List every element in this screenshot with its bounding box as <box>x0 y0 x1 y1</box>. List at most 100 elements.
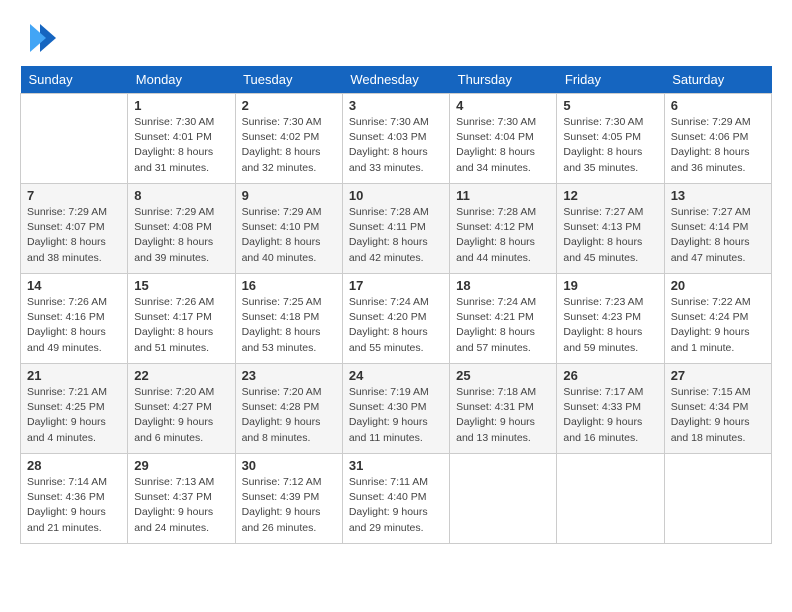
calendar-cell: 27 Sunrise: 7:15 AMSunset: 4:34 PMDayligh… <box>664 364 771 454</box>
day-info: Sunrise: 7:26 AMSunset: 4:17 PMDaylight:… <box>134 295 228 356</box>
day-info: Sunrise: 7:22 AMSunset: 4:24 PMDaylight:… <box>671 295 765 356</box>
day-number: 15 <box>134 278 228 293</box>
day-number: 2 <box>242 98 336 113</box>
day-info: Sunrise: 7:20 AMSunset: 4:28 PMDaylight:… <box>242 385 336 446</box>
day-number: 16 <box>242 278 336 293</box>
calendar-cell: 5 Sunrise: 7:30 AMSunset: 4:05 PMDaylight… <box>557 94 664 184</box>
calendar-cell: 17Sunrise: 7:24 AMSunset: 4:20 PMDayligh… <box>342 274 449 364</box>
day-number: 18 <box>456 278 550 293</box>
day-number: 29 <box>134 458 228 473</box>
calendar-cell: 8 Sunrise: 7:29 AMSunset: 4:08 PMDaylight… <box>128 184 235 274</box>
day-info: Sunrise: 7:27 AMSunset: 4:14 PMDaylight:… <box>671 205 765 266</box>
calendar-cell: 19 Sunrise: 7:23 AMSunset: 4:23 PMDayligh… <box>557 274 664 364</box>
calendar-cell: 3 Sunrise: 7:30 AMSunset: 4:03 PMDaylight… <box>342 94 449 184</box>
day-number: 14 <box>27 278 121 293</box>
calendar-cell: 1Sunrise: 7:30 AMSunset: 4:01 PMDaylight… <box>128 94 235 184</box>
day-number: 24 <box>349 368 443 383</box>
day-info: Sunrise: 7:29 AMSunset: 4:06 PMDaylight:… <box>671 115 765 176</box>
day-info: Sunrise: 7:12 AMSunset: 4:39 PMDaylight:… <box>242 475 336 536</box>
calendar-body: 1Sunrise: 7:30 AMSunset: 4:01 PMDaylight… <box>21 94 772 544</box>
calendar-cell <box>664 454 771 544</box>
calendar-cell <box>450 454 557 544</box>
day-info: Sunrise: 7:15 AMSunset: 4:34 PMDaylight:… <box>671 385 765 446</box>
calendar-cell: 14 Sunrise: 7:26 AMSunset: 4:16 PMDayligh… <box>21 274 128 364</box>
day-info: Sunrise: 7:29 AMSunset: 4:10 PMDaylight:… <box>242 205 336 266</box>
day-info: Sunrise: 7:30 AMSunset: 4:04 PMDaylight:… <box>456 115 550 176</box>
day-info: Sunrise: 7:19 AMSunset: 4:30 PMDaylight:… <box>349 385 443 446</box>
calendar-week-1: 1Sunrise: 7:30 AMSunset: 4:01 PMDaylight… <box>21 94 772 184</box>
calendar-cell: 4Sunrise: 7:30 AMSunset: 4:04 PMDaylight… <box>450 94 557 184</box>
day-number: 21 <box>27 368 121 383</box>
calendar-cell: 12 Sunrise: 7:27 AMSunset: 4:13 PMDayligh… <box>557 184 664 274</box>
calendar-cell: 25Sunrise: 7:18 AMSunset: 4:31 PMDayligh… <box>450 364 557 454</box>
day-number: 9 <box>242 188 336 203</box>
calendar-cell: 15 Sunrise: 7:26 AMSunset: 4:17 PMDayligh… <box>128 274 235 364</box>
day-number: 7 <box>27 188 121 203</box>
day-info: Sunrise: 7:13 AMSunset: 4:37 PMDaylight:… <box>134 475 228 536</box>
weekday-header-wednesday: Wednesday <box>342 66 449 94</box>
calendar-cell: 22 Sunrise: 7:20 AMSunset: 4:27 PMDayligh… <box>128 364 235 454</box>
day-info: Sunrise: 7:27 AMSunset: 4:13 PMDaylight:… <box>563 205 657 266</box>
weekday-header-tuesday: Tuesday <box>235 66 342 94</box>
day-number: 6 <box>671 98 765 113</box>
calendar-week-3: 14 Sunrise: 7:26 AMSunset: 4:16 PMDayligh… <box>21 274 772 364</box>
day-number: 10 <box>349 188 443 203</box>
calendar-cell: 16 Sunrise: 7:25 AMSunset: 4:18 PMDayligh… <box>235 274 342 364</box>
day-number: 27 <box>671 368 765 383</box>
calendar-cell: 23 Sunrise: 7:20 AMSunset: 4:28 PMDayligh… <box>235 364 342 454</box>
day-number: 12 <box>563 188 657 203</box>
calendar-cell: 13Sunrise: 7:27 AMSunset: 4:14 PMDayligh… <box>664 184 771 274</box>
day-number: 22 <box>134 368 228 383</box>
day-info: Sunrise: 7:30 AMSunset: 4:02 PMDaylight:… <box>242 115 336 176</box>
calendar-cell: 18 Sunrise: 7:24 AMSunset: 4:21 PMDayligh… <box>450 274 557 364</box>
weekday-header-monday: Monday <box>128 66 235 94</box>
weekday-header-row: SundayMondayTuesdayWednesdayThursdayFrid… <box>21 66 772 94</box>
day-info: Sunrise: 7:17 AMSunset: 4:33 PMDaylight:… <box>563 385 657 446</box>
calendar-cell: 24 Sunrise: 7:19 AMSunset: 4:30 PMDayligh… <box>342 364 449 454</box>
day-number: 23 <box>242 368 336 383</box>
weekday-header-friday: Friday <box>557 66 664 94</box>
day-info: Sunrise: 7:26 AMSunset: 4:16 PMDaylight:… <box>27 295 121 356</box>
day-number: 30 <box>242 458 336 473</box>
day-info: Sunrise: 7:28 AMSunset: 4:12 PMDaylight:… <box>456 205 550 266</box>
calendar-cell: 31Sunrise: 7:11 AMSunset: 4:40 PMDayligh… <box>342 454 449 544</box>
weekday-header-sunday: Sunday <box>21 66 128 94</box>
day-info: Sunrise: 7:24 AMSunset: 4:21 PMDaylight:… <box>456 295 550 356</box>
calendar-week-4: 21 Sunrise: 7:21 AMSunset: 4:25 PMDayligh… <box>21 364 772 454</box>
day-number: 11 <box>456 188 550 203</box>
calendar-week-5: 28Sunrise: 7:14 AMSunset: 4:36 PMDayligh… <box>21 454 772 544</box>
day-info: Sunrise: 7:25 AMSunset: 4:18 PMDaylight:… <box>242 295 336 356</box>
page-header <box>20 20 772 56</box>
calendar-cell: 29 Sunrise: 7:13 AMSunset: 4:37 PMDayligh… <box>128 454 235 544</box>
calendar-cell: 21 Sunrise: 7:21 AMSunset: 4:25 PMDayligh… <box>21 364 128 454</box>
day-number: 3 <box>349 98 443 113</box>
calendar-cell: 7 Sunrise: 7:29 AMSunset: 4:07 PMDaylight… <box>21 184 128 274</box>
day-info: Sunrise: 7:20 AMSunset: 4:27 PMDaylight:… <box>134 385 228 446</box>
day-info: Sunrise: 7:28 AMSunset: 4:11 PMDaylight:… <box>349 205 443 266</box>
day-number: 25 <box>456 368 550 383</box>
day-info: Sunrise: 7:29 AMSunset: 4:07 PMDaylight:… <box>27 205 121 266</box>
day-info: Sunrise: 7:14 AMSunset: 4:36 PMDaylight:… <box>27 475 121 536</box>
calendar-cell: 10 Sunrise: 7:28 AMSunset: 4:11 PMDayligh… <box>342 184 449 274</box>
day-info: Sunrise: 7:30 AMSunset: 4:03 PMDaylight:… <box>349 115 443 176</box>
calendar-cell: 26Sunrise: 7:17 AMSunset: 4:33 PMDayligh… <box>557 364 664 454</box>
day-info: Sunrise: 7:24 AMSunset: 4:20 PMDaylight:… <box>349 295 443 356</box>
day-info: Sunrise: 7:30 AMSunset: 4:05 PMDaylight:… <box>563 115 657 176</box>
day-info: Sunrise: 7:23 AMSunset: 4:23 PMDaylight:… <box>563 295 657 356</box>
calendar-cell: 2 Sunrise: 7:30 AMSunset: 4:02 PMDaylight… <box>235 94 342 184</box>
calendar-cell: 20Sunrise: 7:22 AMSunset: 4:24 PMDayligh… <box>664 274 771 364</box>
calendar-table: SundayMondayTuesdayWednesdayThursdayFrid… <box>20 66 772 544</box>
calendar-cell: 30 Sunrise: 7:12 AMSunset: 4:39 PMDayligh… <box>235 454 342 544</box>
day-info: Sunrise: 7:29 AMSunset: 4:08 PMDaylight:… <box>134 205 228 266</box>
logo <box>20 20 60 56</box>
day-number: 19 <box>563 278 657 293</box>
weekday-header-saturday: Saturday <box>664 66 771 94</box>
day-number: 8 <box>134 188 228 203</box>
day-number: 1 <box>134 98 228 113</box>
day-number: 5 <box>563 98 657 113</box>
calendar-week-2: 7 Sunrise: 7:29 AMSunset: 4:07 PMDaylight… <box>21 184 772 274</box>
calendar-cell: 28Sunrise: 7:14 AMSunset: 4:36 PMDayligh… <box>21 454 128 544</box>
logo-icon <box>20 20 56 56</box>
calendar-cell <box>21 94 128 184</box>
day-info: Sunrise: 7:21 AMSunset: 4:25 PMDaylight:… <box>27 385 121 446</box>
